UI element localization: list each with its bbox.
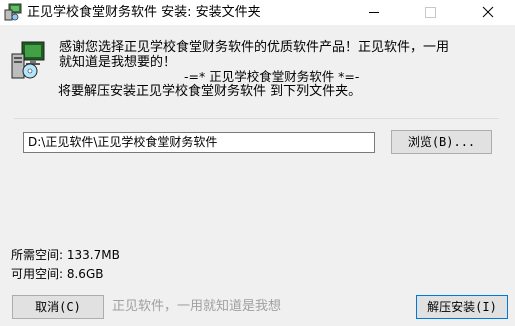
extract-instruction: 将要解压安装正见学校食堂财务软件 到下列文件夹。 [58, 84, 362, 99]
window-title: 正见学校食堂财务软件 安装: 安装文件夹 [27, 5, 261, 20]
close-button[interactable] [465, 0, 511, 25]
extract-install-button[interactable]: 解压安装(I) [416, 295, 508, 319]
required-space: 所需空间: 133.7MB [11, 248, 120, 262]
brand-slogan: 正见软件，一用就知道是我想 [112, 299, 282, 314]
divider [14, 118, 499, 119]
installer-icon [4, 3, 22, 21]
available-space: 可用空间: 8.6GB [11, 267, 104, 281]
cancel-button[interactable]: 取消(C) [12, 295, 104, 319]
installer-computer-icon [11, 41, 45, 79]
close-icon [482, 6, 494, 18]
maximize-icon [425, 7, 436, 18]
welcome-message-line-1: 感谢您选择正见学校食堂财务软件的优质软件产品！正见软件，一用 [59, 40, 450, 55]
browse-button[interactable]: 浏览(B)... [391, 130, 492, 154]
welcome-message-line-2: 就知道是我想要的！ [59, 55, 177, 70]
minimize-icon [369, 12, 379, 13]
maximize-button[interactable] [407, 0, 453, 25]
install-path-field[interactable]: D:\正见软件\正见学校食堂财务软件 [23, 132, 375, 153]
title-bar: 正见学校食堂财务软件 安装: 安装文件夹 [0, 0, 515, 25]
product-banner: -=* 正见学校食堂财务软件 *=- [184, 69, 360, 84]
minimize-button[interactable] [351, 0, 397, 25]
